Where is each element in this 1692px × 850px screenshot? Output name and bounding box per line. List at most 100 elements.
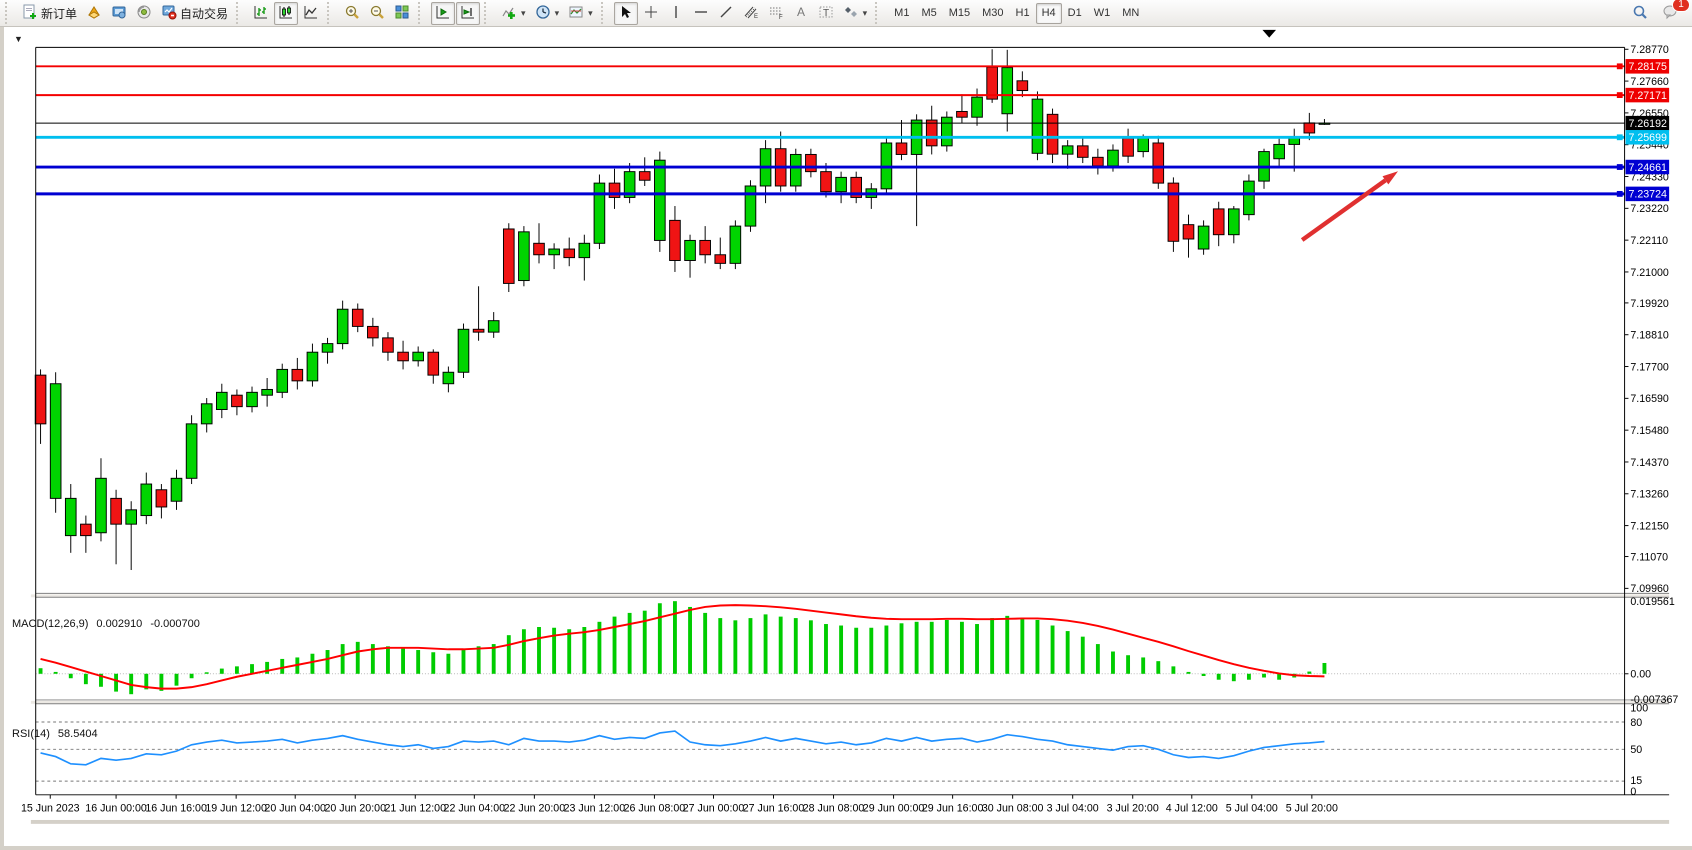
rsi-axis-label: 100	[1630, 703, 1648, 715]
bear-candle	[156, 490, 167, 507]
bull-candle	[685, 240, 696, 260]
timeframe-m1[interactable]: M1	[888, 3, 915, 24]
horizontal-line-button[interactable]	[689, 2, 713, 25]
time-axis-label: 23 Jun 12:00	[564, 802, 626, 814]
autotrading-icon	[161, 4, 177, 23]
fibonacci-button[interactable]: F	[764, 2, 788, 25]
macd-histogram-bar	[416, 650, 420, 674]
price-axis-label: 7.12150	[1630, 520, 1669, 532]
zoom-in-button[interactable]	[340, 2, 364, 25]
macd-histogram-bar	[990, 618, 994, 674]
bull-candle	[277, 369, 288, 392]
time-axis-label: 5 Jul 04:00	[1226, 802, 1278, 814]
level-line-anchor	[1617, 164, 1623, 170]
toolbar-separator	[418, 2, 427, 24]
bear-candle	[564, 249, 575, 258]
timeframe-h1[interactable]: H1	[1010, 3, 1036, 24]
auto-scroll-button[interactable]	[431, 2, 455, 25]
macd-histogram-bar	[386, 646, 390, 673]
vertical-line-button[interactable]	[664, 2, 688, 25]
arrows-button[interactable]: ▾	[839, 2, 872, 25]
timeframe-d1[interactable]: D1	[1062, 3, 1088, 24]
bear-candle	[1183, 225, 1194, 239]
line-chart-button[interactable]	[299, 2, 323, 25]
autotrading-label: 自动交易	[180, 5, 228, 22]
mt4-window: 新订单 自动交易	[0, 0, 1692, 850]
macd-histogram-bar	[310, 654, 314, 674]
zoom-out-button[interactable]	[365, 2, 389, 25]
bear-candle	[896, 143, 907, 154]
crosshair-button[interactable]	[639, 2, 663, 25]
autotrading-button[interactable]: 自动交易	[157, 2, 232, 25]
bear-candle	[1077, 146, 1088, 157]
bull-candle	[549, 249, 560, 255]
text-icon: A	[793, 4, 809, 23]
rsi-panel-label: RSI(14) 58.5404	[12, 728, 98, 740]
candlestick-chart-button[interactable]	[274, 2, 298, 25]
cursor-button[interactable]	[614, 2, 638, 25]
new-order-button[interactable]: 新订单	[18, 2, 81, 25]
macd-histogram-bar	[1247, 674, 1251, 680]
vertical-line-icon	[668, 4, 684, 23]
macd-histogram-bar	[1036, 620, 1040, 674]
terminal-button[interactable]	[107, 2, 131, 25]
timeframe-mn[interactable]: MN	[1116, 3, 1145, 24]
timeframe-m5[interactable]: M5	[915, 3, 942, 24]
indicators-button[interactable]: ▾	[497, 2, 530, 25]
bear-candle	[534, 243, 545, 254]
price-tag-label: 7.25699	[1628, 132, 1667, 144]
timeframe-m30[interactable]: M30	[976, 3, 1009, 24]
text-label-button[interactable]: T	[814, 2, 838, 25]
bull-candle	[322, 344, 333, 353]
metaeditor-button[interactable]	[82, 2, 106, 25]
search-button[interactable]	[1628, 2, 1652, 25]
auto-scroll-icon	[435, 4, 451, 23]
chevron-down-icon: ▾	[555, 8, 560, 19]
bull-candle	[337, 309, 348, 343]
time-axis-label: 27 Jun 16:00	[743, 802, 805, 814]
timeframe-m15[interactable]: M15	[943, 3, 976, 24]
tile-windows-icon	[394, 4, 410, 23]
text-button[interactable]: A	[789, 2, 813, 25]
bull-candle	[488, 321, 499, 332]
bear-candle	[670, 220, 681, 260]
macd-histogram-bar	[960, 622, 964, 674]
timeframe-h4[interactable]: H4	[1036, 3, 1062, 24]
time-axis-label: 26 Jun 08:00	[624, 802, 686, 814]
trendline-button[interactable]	[714, 2, 738, 25]
time-axis-label: 16 Jun 16:00	[145, 802, 207, 814]
bull-candle	[50, 384, 61, 499]
bull-candle	[941, 117, 952, 146]
chart-canvas[interactable]: 7.287707.276607.265507.254407.243307.232…	[4, 27, 1692, 850]
templates-button[interactable]: ▾	[564, 2, 597, 25]
time-axis-label: 29 Jun 00:00	[863, 802, 925, 814]
chevron-down-icon: ▾	[588, 8, 593, 19]
periods-button[interactable]: ▾	[531, 2, 564, 25]
bull-candle	[201, 404, 212, 424]
signals-button[interactable]	[132, 2, 156, 25]
bar-chart-button[interactable]	[249, 2, 273, 25]
macd-histogram-bar	[1262, 674, 1266, 678]
timeframe-w1[interactable]: W1	[1088, 3, 1117, 24]
bull-candle	[519, 232, 530, 281]
tile-windows-button[interactable]	[390, 2, 414, 25]
equidistant-channel-button[interactable]: E	[739, 2, 763, 25]
rsi-name: RSI(14)	[12, 728, 50, 740]
macd-histogram-bar	[39, 668, 43, 674]
time-axis-label: 22 Jun 04:00	[444, 802, 506, 814]
bull-candle	[247, 392, 258, 406]
bull-candle	[579, 243, 590, 257]
price-axis-label: 7.11070	[1630, 551, 1668, 563]
notification-badge: 1	[1672, 0, 1690, 12]
macd-histogram-bar	[794, 618, 798, 674]
macd-main-value: 0.002910	[96, 618, 142, 630]
macd-histogram-bar	[839, 626, 843, 674]
bear-candle	[1017, 81, 1028, 91]
notifications-button[interactable]: 1	[1658, 2, 1684, 25]
macd-histogram-bar	[582, 627, 586, 674]
svg-text:E: E	[754, 14, 758, 20]
bear-candle	[473, 329, 484, 332]
bear-candle	[352, 309, 363, 326]
chart-shift-button[interactable]	[456, 2, 480, 25]
bull-candle	[836, 177, 847, 191]
